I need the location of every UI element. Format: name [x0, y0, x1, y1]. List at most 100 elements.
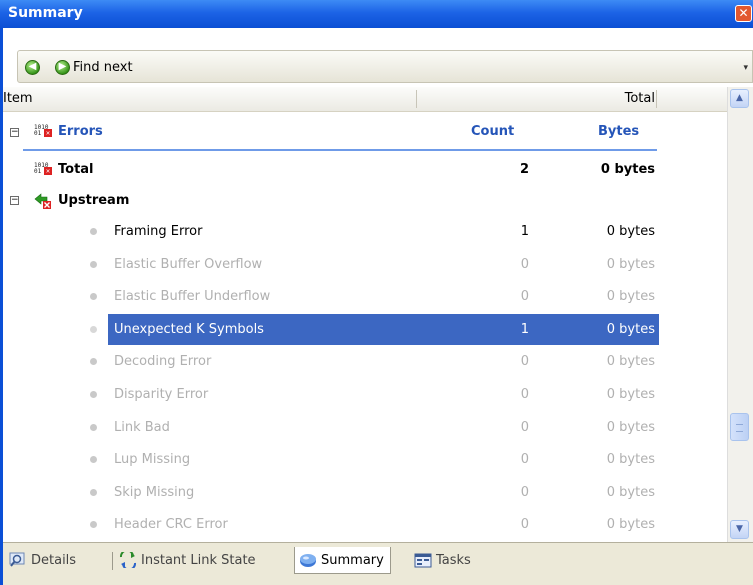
toolbar-overflow-icon[interactable]: ▾ [743, 63, 748, 73]
error-row-count: 0 [520, 289, 529, 304]
errors-label: Errors [58, 124, 103, 139]
error-row-bytes: 0 bytes [606, 322, 655, 337]
bullet-icon [90, 456, 97, 463]
tab-details[interactable]: Details [9, 547, 76, 573]
vertical-scrollbar[interactable]: ▲ ▼ [727, 87, 753, 542]
error-row[interactable]: Elastic Buffer Underflow 0 0 bytes [3, 281, 727, 313]
collapse-icon[interactable]: − [10, 196, 19, 205]
column-header: Item Total [3, 87, 727, 112]
tab-tasks-label: Tasks [436, 552, 471, 568]
column-item[interactable]: Item [3, 91, 33, 106]
summary-tree: Item Total − 1010 01 ✕ Errors Count Bytes… [3, 87, 727, 542]
error-row-count: 0 [520, 354, 529, 369]
green-circle-arrow-left-icon: ◀ [25, 59, 40, 75]
error-row-count: 0 [520, 517, 529, 532]
error-row-count: 0 [520, 257, 529, 272]
error-row-label: Unexpected K Symbols [114, 322, 264, 337]
group-divider [23, 149, 657, 151]
find-previous-button[interactable]: ◀ [25, 57, 40, 77]
chevron-down-icon: ▼ [736, 524, 743, 534]
close-icon: ✕ [738, 6, 749, 20]
errors-group-row[interactable]: − 1010 01 ✕ Errors Count Bytes [3, 116, 727, 148]
error-row-bytes: 0 bytes [606, 387, 655, 402]
bullet-icon [90, 391, 97, 398]
collapse-icon[interactable]: − [10, 128, 19, 137]
error-row-bytes: 0 bytes [606, 517, 655, 532]
error-row-count: 0 [520, 485, 529, 500]
tab-instant-link-state[interactable]: Instant Link State [119, 547, 256, 573]
error-row-label: Header CRC Error [114, 517, 228, 532]
title-bar[interactable]: Summary ✕ [0, 0, 753, 28]
tab-summary-label: Summary [321, 552, 384, 568]
bullet-icon [90, 261, 97, 268]
summary-disc-icon [300, 554, 316, 567]
total-bytes: 0 bytes [600, 162, 655, 177]
tab-instant-link-state-label: Instant Link State [141, 552, 256, 568]
magnifier-icon [9, 552, 25, 567]
bytes-header: Bytes [598, 124, 640, 139]
column-divider[interactable] [656, 90, 657, 108]
chevron-up-icon: ▲ [736, 93, 743, 103]
link-state-icon [120, 552, 136, 568]
total-count: 2 [519, 162, 529, 177]
toolbar: ◀ ▶ Find next ▾ [3, 28, 753, 87]
error-row-label: Link Bad [114, 420, 170, 435]
error-row[interactable]: Elastic Buffer Overflow 0 0 bytes [3, 249, 727, 281]
find-next-label: Find next [73, 59, 133, 75]
binary-error-icon: 1010 01 ✕ [34, 124, 52, 137]
total-row[interactable]: 1010 01 ✕ Total 2 0 bytes [3, 154, 727, 186]
error-row[interactable]: Decoding Error 0 0 bytes [3, 346, 727, 378]
error-row[interactable]: Skip Missing 0 0 bytes [3, 477, 727, 509]
error-row[interactable]: Framing Error 1 0 bytes [3, 216, 727, 248]
error-row-count: 0 [520, 420, 529, 435]
error-row-bytes: 0 bytes [606, 485, 655, 500]
error-row-bytes: 0 bytes [606, 289, 655, 304]
green-circle-arrow-right-icon: ▶ [55, 59, 70, 75]
bullet-icon [90, 358, 97, 365]
error-row[interactable]: Link Bad 0 0 bytes [3, 412, 727, 444]
error-row-label: Lup Missing [114, 452, 191, 467]
bullet-icon [90, 489, 97, 496]
upstream-row[interactable]: − Upstream [3, 185, 727, 217]
bullet-icon [90, 293, 97, 300]
bullet-icon [90, 424, 97, 431]
scroll-down-button[interactable]: ▼ [730, 520, 749, 539]
error-row-label: Elastic Buffer Overflow [114, 257, 263, 272]
error-row-label: Skip Missing [114, 485, 195, 500]
column-total[interactable]: Total [625, 91, 655, 106]
error-row-label: Elastic Buffer Underflow [114, 289, 271, 304]
binary-error-icon: 1010 01 ✕ [34, 162, 52, 175]
tab-tasks[interactable]: Tasks [414, 547, 471, 573]
error-row-bytes: 0 bytes [606, 354, 655, 369]
error-row-bytes: 0 bytes [606, 420, 655, 435]
error-row[interactable]: Header CRC Error 0 0 bytes [3, 509, 727, 541]
tab-summary[interactable]: Summary [294, 547, 391, 574]
error-row-label: Framing Error [114, 224, 203, 239]
column-divider[interactable] [416, 90, 417, 108]
close-button[interactable]: ✕ [735, 5, 752, 22]
error-row-bytes: 0 bytes [606, 257, 655, 272]
tab-details-label: Details [31, 552, 77, 568]
summary-window: Summary ✕ ◀ ▶ Find next ▾ Item Total − 1… [0, 0, 753, 585]
toolbar-strip: ◀ ▶ Find next ▾ [17, 50, 753, 83]
bottom-tab-bar: Details Instant Link State Summary Tasks [3, 542, 753, 585]
scroll-up-button[interactable]: ▲ [730, 89, 749, 108]
bullet-icon [90, 326, 97, 333]
tab-separator [112, 552, 113, 570]
error-row-bytes: 0 bytes [606, 452, 655, 467]
error-row-count: 1 [520, 224, 529, 239]
upstream-label: Upstream [58, 193, 130, 208]
upstream-arrow-icon [34, 193, 51, 209]
find-next-button[interactable]: ▶ Find next [55, 57, 133, 77]
error-row[interactable]: Unexpected K Symbols 1 0 bytes [3, 314, 727, 346]
count-header: Count [471, 124, 515, 139]
error-row-label: Disparity Error [114, 387, 209, 402]
error-row-count: 1 [520, 322, 529, 337]
error-row[interactable]: Disparity Error 0 0 bytes [3, 379, 727, 411]
total-label: Total [58, 162, 94, 177]
error-row-count: 0 [520, 452, 529, 467]
error-row-label: Decoding Error [114, 354, 212, 369]
scroll-thumb[interactable] [730, 413, 749, 441]
error-row[interactable]: Lup Missing 0 0 bytes [3, 444, 727, 476]
window-title: Summary [8, 5, 83, 21]
